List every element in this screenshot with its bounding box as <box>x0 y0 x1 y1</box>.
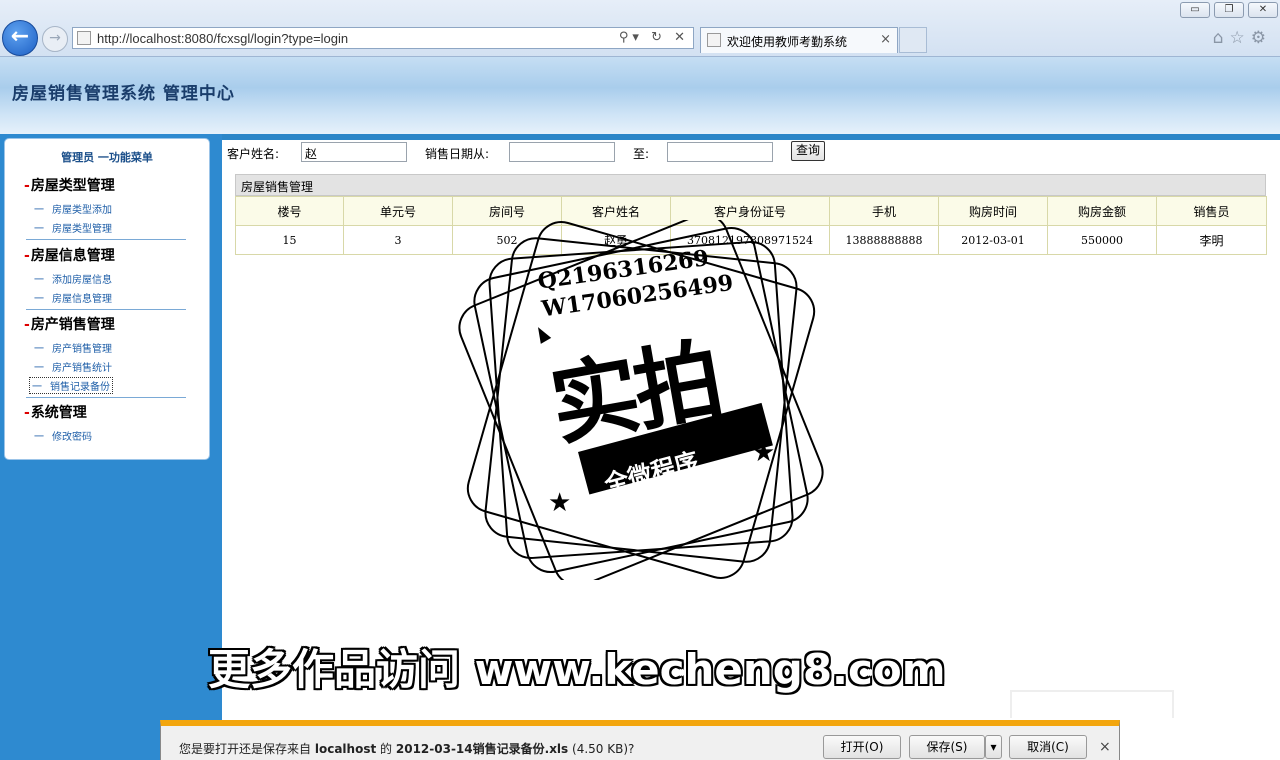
window-close-icon[interactable]: ✕ <box>1248 2 1278 18</box>
system-title: 房屋销售管理系统 管理中心 <box>12 84 235 104</box>
address-url[interactable]: http://localhost:8080/fcxsgl/login?type=… <box>97 31 348 46</box>
menu-item-label: 房产销售统计 <box>52 363 112 374</box>
maximize-icon[interactable]: ❐ <box>1214 2 1244 18</box>
menu-item-sales-manage[interactable]: 一房产销售管理 <box>34 340 112 355</box>
column-header: 手机 <box>829 196 939 226</box>
menu-item-house-info-add[interactable]: 一添加房屋信息 <box>34 271 112 286</box>
table-title: 房屋销售管理 <box>235 174 1266 196</box>
star-icon: ★ <box>752 438 776 468</box>
menu-item-label: 房屋类型管理 <box>52 224 112 235</box>
menu-item-label: 添加房屋信息 <box>52 275 112 286</box>
save-dropdown-icon[interactable]: ▾ <box>985 735 1002 759</box>
ghost-outline <box>1010 690 1174 718</box>
download-prefix: 您是要打开还是保存来自 <box>179 742 312 756</box>
menu-heading: 管理员 一功能菜单 <box>61 151 153 164</box>
download-mid: 的 <box>380 742 393 756</box>
watermark-caption: 更多作品访问 www.kecheng8.com <box>208 645 946 694</box>
menu-divider <box>26 239 186 240</box>
date-to-label: 至: <box>633 147 650 161</box>
date-from-label: 销售日期从: <box>425 147 490 161</box>
download-notification-bar: 您是要打开还是保存来自 localhost 的 2012-03-14销售记录备份… <box>160 720 1120 760</box>
menu-divider <box>26 309 186 310</box>
column-header: 购房时间 <box>938 196 1048 226</box>
menu-group-label: 房屋类型管理 <box>30 178 115 194</box>
cancel-button[interactable]: 取消(C) <box>1009 735 1087 759</box>
menu-item-change-password[interactable]: 一修改密码 <box>34 428 92 443</box>
menu-divider <box>26 397 186 398</box>
star-icon: ★ <box>548 488 572 518</box>
menu-group-label: 系统管理 <box>30 405 87 421</box>
home-favorites-settings-icons[interactable]: ⌂☆⚙ <box>1213 28 1272 48</box>
new-tab-button[interactable] <box>899 27 927 53</box>
table-cell: 550000 <box>1047 225 1157 255</box>
download-size: (4.50 KB)? <box>572 742 635 756</box>
browser-toolbar: ← → http://localhost:8080/fcxsgl/login?t… <box>0 0 1280 57</box>
menu-item-sales-backup[interactable]: 一销售记录备份 <box>29 377 113 394</box>
close-icon[interactable]: × <box>1099 739 1111 755</box>
column-header: 销售员 <box>1156 196 1267 226</box>
page-favicon-icon <box>77 31 91 45</box>
tab-close-icon[interactable]: × <box>880 32 891 47</box>
menu-item-house-info-manage[interactable]: 一房屋信息管理 <box>34 290 112 305</box>
browser-tab[interactable]: 欢迎使用教师考勤系统 × <box>700 27 898 53</box>
menu-item-label: 销售记录备份 <box>50 382 110 393</box>
forward-icon[interactable]: → <box>42 26 68 52</box>
menu-item-label: 房产销售管理 <box>52 344 112 355</box>
page-header: 房屋销售管理系统 管理中心 <box>0 57 1280 140</box>
address-tools-icons[interactable]: ⚲▾ ↻ ✕ <box>619 30 689 45</box>
menu-group-label: 房屋信息管理 <box>30 248 115 264</box>
column-header: 楼号 <box>235 196 344 226</box>
table-cell: 李明 <box>1156 225 1267 255</box>
back-icon[interactable]: ← <box>2 20 38 56</box>
column-header: 单元号 <box>343 196 453 226</box>
tab-favicon-icon <box>707 33 721 47</box>
menu-item-label: 房屋类型添加 <box>52 205 112 216</box>
menu-group-system[interactable]: -系统管理 <box>24 402 87 422</box>
customer-name-input[interactable]: 赵 <box>301 142 407 162</box>
download-message: 您是要打开还是保存来自 localhost 的 2012-03-14销售记录备份… <box>179 740 634 757</box>
address-bar[interactable]: http://localhost:8080/fcxsgl/login?type=… <box>72 27 694 49</box>
menu-item-label: 修改密码 <box>52 432 92 443</box>
query-button[interactable]: 查询 <box>791 141 825 161</box>
save-button[interactable]: 保存(S) <box>909 735 985 759</box>
menu-item-house-type-add[interactable]: 一房屋类型添加 <box>34 201 112 216</box>
table-cell: 15 <box>235 225 344 255</box>
table-cell: 13888888888 <box>829 225 939 255</box>
open-button[interactable]: 打开(O) <box>823 735 901 759</box>
column-header: 购房金额 <box>1047 196 1157 226</box>
menu-group-label: 房产销售管理 <box>30 317 115 333</box>
download-host: localhost <box>314 742 377 756</box>
menu-item-sales-stats[interactable]: 一房产销售统计 <box>34 359 112 374</box>
download-filename: 2012-03-14销售记录备份.xls <box>395 742 569 756</box>
customer-name-label: 客户姓名: <box>227 147 280 161</box>
table-cell: 2012-03-01 <box>938 225 1048 255</box>
menu-group-sales[interactable]: -房产销售管理 <box>24 314 115 334</box>
menu-group-house-info[interactable]: -房屋信息管理 <box>24 245 115 265</box>
table-cell: 3 <box>343 225 453 255</box>
date-from-input[interactable] <box>509 142 615 162</box>
menu-item-house-type-manage[interactable]: 一房屋类型管理 <box>34 220 112 235</box>
menu-item-label: 房屋信息管理 <box>52 294 112 305</box>
date-to-input[interactable] <box>667 142 773 162</box>
tab-title: 欢迎使用教师考勤系统 <box>727 35 848 49</box>
menu-group-house-type[interactable]: -房屋类型管理 <box>24 175 115 195</box>
minimize-icon[interactable]: ▭ <box>1180 2 1210 18</box>
